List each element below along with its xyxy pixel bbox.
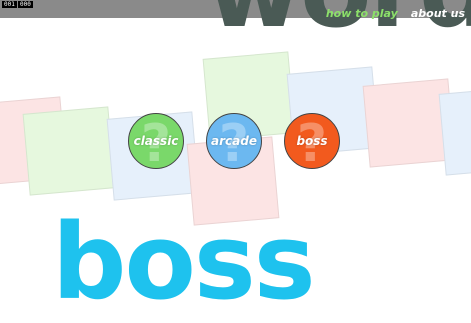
counter-display: 000: [18, 1, 33, 8]
counter-display: 001: [2, 1, 17, 8]
arcade-mode-button[interactable]: ? arcade: [206, 113, 262, 169]
classic-mode-button[interactable]: ? classic: [128, 113, 184, 169]
background-tile: [22, 106, 116, 196]
background-tile: [438, 86, 471, 176]
about-us-link[interactable]: about us: [411, 7, 465, 20]
top-nav: how to play about us: [318, 2, 465, 21]
mode-label: boss: [296, 134, 328, 148]
mode-label: classic: [133, 134, 179, 148]
mode-label: arcade: [211, 134, 257, 148]
game-title-boss: boss: [52, 201, 316, 323]
boss-mode-button[interactable]: ? boss: [284, 113, 340, 169]
how-to-play-link[interactable]: how to play: [326, 7, 398, 20]
